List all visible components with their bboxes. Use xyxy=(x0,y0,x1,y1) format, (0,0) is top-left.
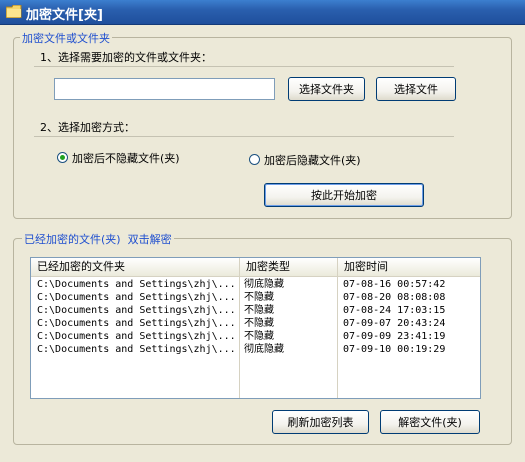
cell-type: 不隐藏 xyxy=(244,292,274,303)
encrypt-group-legend: 加密文件或文件夹 xyxy=(20,30,112,46)
window-title: 加密文件[夹] xyxy=(26,8,103,23)
cell-time: 07-08-20 08:08:08 xyxy=(343,292,446,303)
cell-type: 不隐藏 xyxy=(244,331,274,342)
radio-no-hide-label[interactable]: 加密后不隐藏文件(夹) xyxy=(72,150,180,166)
choose-folder-button[interactable]: 选择文件夹 xyxy=(288,77,365,101)
cell-time: 07-09-09 23:41:19 xyxy=(343,331,446,342)
choose-file-button[interactable]: 选择文件 xyxy=(376,77,456,101)
radio-hide[interactable] xyxy=(249,154,260,165)
column-header-time[interactable]: 加密时间 xyxy=(338,258,480,276)
cell-time: 07-09-10 00:19:29 xyxy=(343,344,446,355)
path-input[interactable] xyxy=(54,78,275,100)
encrypted-files-list[interactable]: 已经加密的文件夹 加密类型 加密时间 C:\Documents and Sett… xyxy=(30,257,481,399)
step2-label: 2、选择加密方式： xyxy=(40,121,135,134)
cell-path: C:\Documents and Settings\zhj\... xyxy=(37,331,236,342)
cell-time: 07-08-24 17:03:15 xyxy=(343,305,446,316)
column-header-type[interactable]: 加密类型 xyxy=(240,258,338,276)
cell-type: 彻底隐藏 xyxy=(244,279,284,290)
cell-path: C:\Documents and Settings\zhj\... xyxy=(37,305,236,316)
column-header-folder[interactable]: 已经加密的文件夹 xyxy=(31,258,240,276)
cell-time: 07-09-07 20:43:24 xyxy=(343,318,446,329)
cell-type: 不隐藏 xyxy=(244,318,274,329)
cell-time: 07-08-16 00:57:42 xyxy=(343,279,446,290)
divider-step1 xyxy=(34,66,454,67)
list-header: 已经加密的文件夹 加密类型 加密时间 xyxy=(31,258,480,277)
cell-path: C:\Documents and Settings\zhj\... xyxy=(37,279,236,290)
radio-selected-dot xyxy=(60,155,65,160)
table-row[interactable]: C:\Documents and Settings\zhj\... 不隐藏 07-0… xyxy=(31,330,480,343)
table-row[interactable]: C:\Documents and Settings\zhj\... 不隐藏 07-0… xyxy=(31,291,480,304)
radio-hide-label[interactable]: 加密后隐藏文件(夹) xyxy=(264,152,361,168)
cell-path: C:\Documents and Settings\zhj\... xyxy=(37,318,236,329)
folder-icon xyxy=(6,5,22,18)
table-row[interactable]: C:\Documents and Settings\zhj\... 不隐藏 07-0… xyxy=(31,317,480,330)
refresh-list-button[interactable]: 刷新加密列表 xyxy=(272,410,369,434)
cell-type: 不隐藏 xyxy=(244,305,274,316)
encrypted-group-legend: 已经加密的文件(夹) 双击解密 xyxy=(22,231,174,247)
table-row[interactable]: C:\Documents and Settings\zhj\... 不隐藏 07-0… xyxy=(31,304,480,317)
table-row[interactable]: C:\Documents and Settings\zhj\... 彻底隐藏 07-… xyxy=(31,278,480,291)
cell-path: C:\Documents and Settings\zhj\... xyxy=(37,292,236,303)
divider-step2 xyxy=(34,136,454,137)
radio-no-hide[interactable] xyxy=(57,152,68,163)
start-encrypt-button[interactable]: 按此开始加密 xyxy=(264,183,424,207)
decrypt-button[interactable]: 解密文件(夹) xyxy=(380,410,480,434)
cell-type: 彻底隐藏 xyxy=(244,344,284,355)
cell-path: C:\Documents and Settings\zhj\... xyxy=(37,344,236,355)
step1-label: 1、选择需要加密的文件或文件夹： xyxy=(40,51,212,64)
table-row[interactable]: C:\Documents and Settings\zhj\... 彻底隐藏 07-… xyxy=(31,343,480,356)
title-bar[interactable]: 加密文件[夹] xyxy=(0,0,525,25)
